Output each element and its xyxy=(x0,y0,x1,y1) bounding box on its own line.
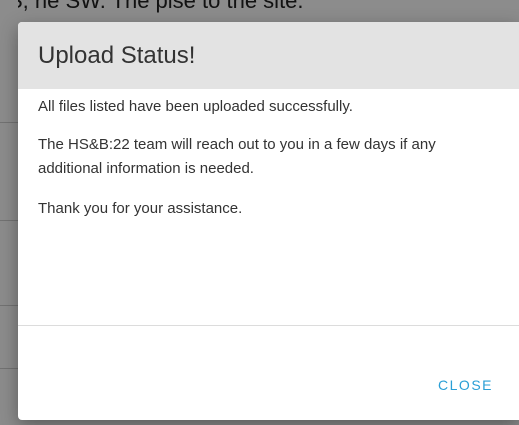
dialog-body: All files listed have been uploaded succ… xyxy=(18,89,519,221)
upload-status-dialog: Upload Status! All files listed have bee… xyxy=(18,22,519,420)
dialog-message-success: All files listed have been uploaded succ… xyxy=(38,98,353,115)
close-button[interactable]: CLOSE xyxy=(432,373,499,397)
dialog-footer: CLOSE xyxy=(18,326,519,420)
dialog-message-thanks: Thank you for your assistance. xyxy=(38,200,243,217)
dialog-message-followup: The HS&B:22 team will reach out to you i… xyxy=(38,136,436,177)
dialog-title: Upload Status! xyxy=(38,41,196,69)
dialog-header: Upload Status! xyxy=(18,22,519,89)
